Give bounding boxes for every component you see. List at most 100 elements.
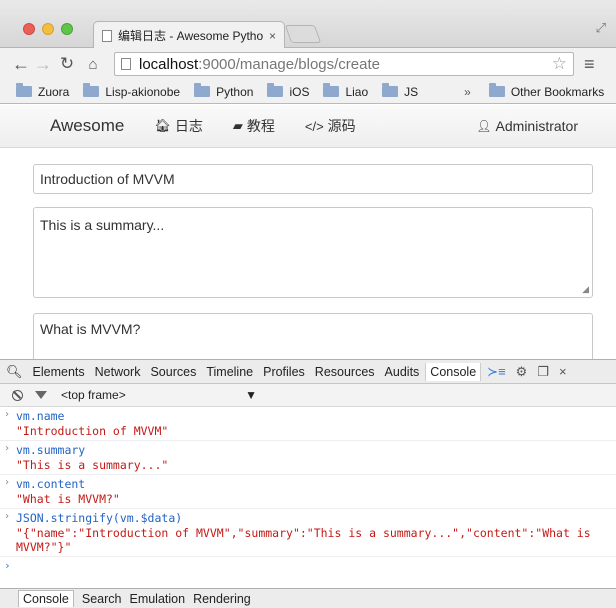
tab-network[interactable]: Network — [95, 365, 141, 379]
page-icon — [121, 58, 131, 70]
reload-icon[interactable]: ↻ — [56, 54, 78, 74]
tab-close-icon[interactable]: × — [269, 29, 276, 43]
nav-label: 教程 — [246, 118, 275, 134]
console-command: vm.content — [16, 477, 86, 491]
other-bookmarks[interactable]: Other Bookmarks — [488, 83, 605, 99]
tab-elements[interactable]: Elements — [33, 365, 85, 379]
user-icon: 👤︎ — [476, 119, 492, 133]
address-bar[interactable]: localhost :9000/manage/blogs/create ☆ — [114, 52, 574, 76]
console-command: vm.name — [16, 409, 65, 423]
command-chevron-icon: › — [4, 477, 11, 488]
devtools-tabbar: 🔍︎ Elements Network Sources Timeline Pro… — [0, 359, 616, 384]
tab-audits[interactable]: Audits — [385, 365, 420, 379]
tab-console[interactable]: Console — [425, 362, 482, 381]
clear-console-icon[interactable] — [12, 389, 23, 401]
url-path: :9000/manage/blogs/create — [198, 55, 380, 73]
folder-icon — [16, 83, 32, 97]
tab-profiles[interactable]: Profiles — [263, 365, 305, 379]
back-arrow-icon[interactable]: ← — [10, 54, 32, 75]
show-drawer-icon[interactable]: ≻≡ — [487, 364, 505, 380]
page-icon — [102, 29, 112, 42]
folder-icon — [267, 83, 284, 97]
search-icon[interactable]: 🔍︎ — [6, 364, 23, 380]
console-entry: › JSON.stringify(vm.$data) "{"name":"Int… — [0, 509, 616, 557]
frame-label: <top frame> — [61, 388, 126, 402]
blog-content-value: What is MVVM? — [40, 321, 141, 337]
bookmark-item[interactable]: iOS — [267, 83, 310, 99]
drawer-tab-console[interactable]: Console — [18, 590, 74, 607]
tab-resources[interactable]: Resources — [315, 365, 375, 379]
nav-label: 源码 — [327, 118, 356, 134]
fullscreen-icon[interactable]: ⤢ — [596, 20, 606, 36]
more-bookmarks-chevron[interactable]: » — [464, 85, 471, 99]
tab-timeline[interactable]: Timeline — [206, 365, 253, 379]
blog-name-value: Introduction of MVVM — [40, 171, 175, 187]
book-icon: ▰ — [232, 118, 243, 133]
nav-label: 日志 — [174, 118, 203, 134]
filter-icon[interactable] — [35, 391, 47, 399]
console-input[interactable]: › — [0, 557, 616, 575]
folder-icon — [323, 83, 340, 97]
bookmark-item[interactable]: JS — [382, 83, 418, 99]
home-icon: 🏠︎ — [154, 118, 171, 133]
folder-icon — [488, 83, 505, 97]
console-command: JSON.stringify(vm.$data) — [16, 511, 183, 525]
blog-name-input[interactable]: Introduction of MVVM — [33, 164, 593, 194]
browser-toolbar: ← → ↻ ⌂ localhost :9000/manage/blogs/cre… — [0, 48, 616, 80]
nav-link-source[interactable]: </> 源码 — [305, 116, 356, 136]
frame-select[interactable]: <top frame> ▼ — [61, 388, 257, 402]
drawer-tabbar: Console Search Emulation Rendering — [0, 588, 616, 608]
code-icon: </> — [304, 118, 324, 134]
input-chevron-icon: › — [4, 559, 11, 572]
tab-title: 编辑日志 - Awesome Pytho — [118, 29, 264, 43]
bookmark-label: iOS — [289, 84, 310, 99]
zoom-window-button[interactable] — [61, 23, 73, 35]
menu-icon[interactable]: ≡ — [584, 54, 595, 75]
console-output[interactable]: › vm.name "Introduction of MVVM" › vm.su… — [0, 407, 616, 587]
folder-icon — [83, 83, 100, 97]
url-host: localhost — [139, 55, 199, 73]
folder-icon — [194, 83, 211, 97]
user-name: Administrator — [495, 118, 578, 134]
dock-icon[interactable]: ❐ — [537, 364, 549, 380]
command-chevron-icon: › — [4, 443, 11, 454]
console-result: "This is a summary..." — [16, 458, 169, 472]
bookmark-label: Other Bookmarks — [510, 84, 605, 99]
home-icon[interactable]: ⌂ — [82, 56, 104, 73]
gear-icon[interactable]: ⚙ — [516, 364, 528, 380]
bookmark-item[interactable]: Python — [194, 83, 254, 99]
console-entry: › vm.name "Introduction of MVVM" — [0, 407, 616, 441]
site-brand[interactable]: Awesome — [50, 116, 124, 136]
close-icon[interactable]: × — [559, 364, 567, 379]
console-entry: › vm.summary "This is a summary..." — [0, 441, 616, 475]
console-result: "What is MVVM?" — [16, 492, 120, 506]
bookmark-item[interactable]: Zuora — [16, 83, 70, 99]
close-window-button[interactable] — [23, 23, 35, 35]
browser-tab[interactable]: 编辑日志 - Awesome Pytho × — [93, 21, 285, 49]
tab-sources[interactable]: Sources — [150, 365, 196, 379]
bookmark-label: Liao — [345, 84, 369, 99]
command-chevron-icon: › — [4, 511, 11, 522]
user-menu[interactable]: 👤︎ Administrator — [476, 118, 578, 134]
new-tab-button[interactable] — [284, 25, 322, 43]
dropdown-arrow-icon: ▼ — [245, 388, 257, 402]
bookmark-item[interactable]: Liao — [323, 83, 369, 99]
blog-content-textarea[interactable]: What is MVVM? — [33, 313, 593, 363]
blog-summary-textarea[interactable]: This is a summary... ◢ — [33, 207, 593, 298]
bookmark-label: Zuora — [38, 84, 70, 99]
folder-icon — [382, 83, 399, 97]
console-command: vm.summary — [16, 443, 86, 457]
drawer-tab-search[interactable]: Search — [82, 592, 122, 606]
bookmark-item[interactable]: Lisp-akionobe — [83, 83, 180, 99]
nav-link-blogs[interactable]: 🏠︎ 日志 — [154, 116, 203, 136]
bookmark-label: Python — [216, 84, 254, 99]
drawer-tab-emulation[interactable]: Emulation — [129, 592, 185, 606]
resize-grip-icon[interactable]: ◢ — [582, 284, 589, 295]
window-titlebar: 编辑日志 - Awesome Pytho × ⤢ — [0, 0, 616, 49]
site-navbar: Awesome 🏠︎ 日志 ▰ 教程 </> 源码 👤︎ Administrator — [0, 105, 616, 148]
bookmark-star-icon[interactable]: ☆ — [552, 54, 567, 74]
drawer-tab-rendering[interactable]: Rendering — [193, 592, 251, 606]
forward-arrow-icon[interactable]: → — [32, 54, 54, 75]
nav-link-tutorial[interactable]: ▰ 教程 — [233, 116, 275, 136]
minimize-window-button[interactable] — [42, 23, 54, 35]
